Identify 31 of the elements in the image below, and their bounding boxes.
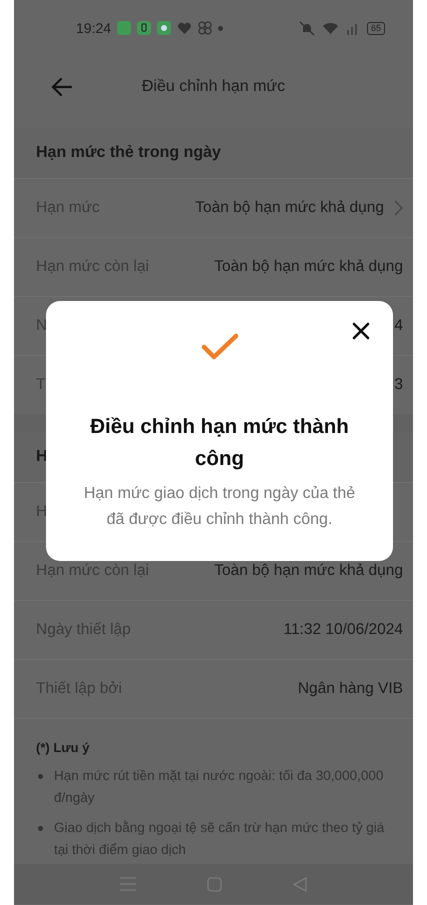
row-value: Toàn bộ hạn mức khả dụng: [214, 258, 403, 276]
bullet-icon: [38, 774, 43, 779]
chevron-right-icon: [394, 200, 403, 216]
checkmark-icon: [200, 333, 238, 361]
signal-icon: [346, 22, 360, 34]
row-value: 4: [394, 317, 403, 335]
clock-time: 19:24: [76, 20, 112, 36]
mute-bell-icon: [298, 20, 315, 36]
dot-icon: [218, 26, 224, 30]
back-arrow-icon: [50, 75, 74, 99]
row-value: Toàn bộ hạn mức khả dụng: [214, 562, 403, 580]
row-value: 3: [394, 376, 403, 394]
shield-notification-icon: [157, 21, 172, 35]
back-button[interactable]: [50, 75, 74, 99]
bullet-icon: [38, 826, 43, 831]
fan-icon: [198, 21, 212, 35]
app-notification-icon: [137, 21, 152, 35]
row-value: Ngân hàng VIB: [298, 680, 403, 698]
back-nav-button[interactable]: [293, 876, 308, 892]
screen-title: Điều chỉnh hạn mức: [140, 78, 286, 96]
battery-indicator: 65: [366, 22, 385, 34]
dialog-message: Hạn mức giao dịch trong ngày của thẻ đã được điều chỉnh thành công.: [82, 484, 356, 530]
row-value: 11:32 10/06/2024: [283, 621, 403, 639]
app-notification-icon: [117, 21, 132, 35]
menu-button[interactable]: [120, 877, 136, 891]
close-button[interactable]: [351, 321, 371, 341]
home-button[interactable]: [206, 876, 222, 892]
heart-icon: [177, 22, 192, 34]
wifi-icon: [322, 21, 339, 35]
notes-title: (*) Lưu ý: [36, 740, 90, 755]
row-value[interactable]: Toàn bộ hạn mức khả dụng: [195, 199, 384, 217]
